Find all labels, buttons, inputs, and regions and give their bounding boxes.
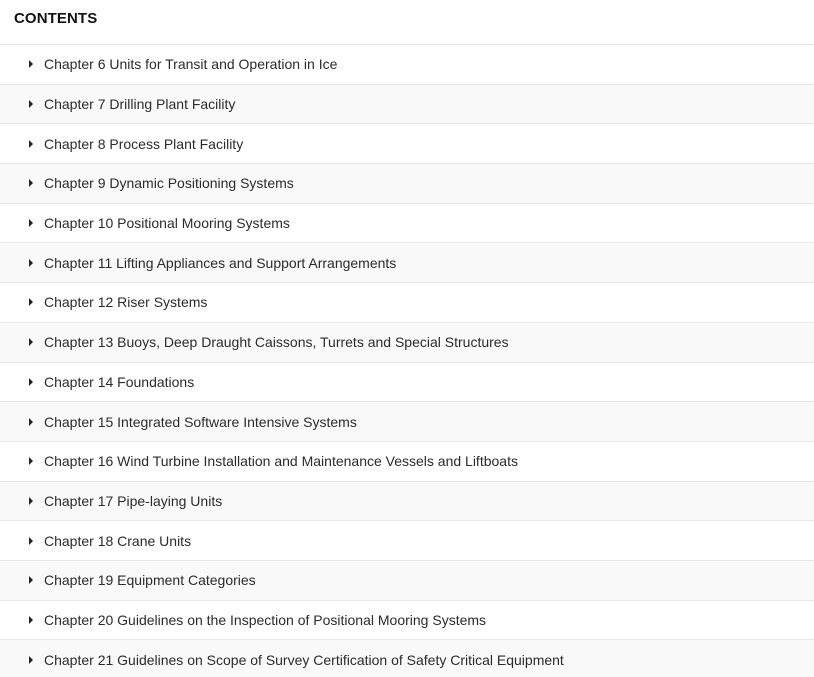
toc-item-chapter-10[interactable]: Chapter 10 Positional Mooring Systems bbox=[0, 203, 814, 244]
caret-right-icon[interactable] bbox=[29, 576, 33, 585]
page-title: CONTENTS bbox=[14, 10, 98, 27]
caret-right-icon[interactable] bbox=[29, 496, 33, 505]
toc-item-chapter-8[interactable]: Chapter 8 Process Plant Facility bbox=[0, 124, 814, 165]
toc-item-chapter-16[interactable]: Chapter 16 Wind Turbine Installation and… bbox=[0, 441, 814, 482]
caret-right-icon[interactable] bbox=[29, 298, 33, 307]
toc-item-chapter-15[interactable]: Chapter 15 Integrated Software Intensive… bbox=[0, 402, 814, 442]
toc-item-label[interactable]: Chapter 17 Pipe-laying Units bbox=[44, 493, 222, 509]
toc-item-chapter-12[interactable]: Chapter 12 Riser Systems bbox=[0, 283, 814, 323]
toc-item-label[interactable]: Chapter 13 Buoys, Deep Draught Caissons,… bbox=[44, 334, 509, 350]
caret-right-icon[interactable] bbox=[29, 100, 33, 109]
caret-right-icon[interactable] bbox=[29, 615, 33, 624]
toc-item-label[interactable]: Chapter 19 Equipment Categories bbox=[44, 572, 256, 588]
toc-item-chapter-14[interactable]: Chapter 14 Foundations bbox=[0, 362, 814, 403]
toc-item-chapter-21[interactable]: Chapter 21 Guidelines on Scope of Survey… bbox=[0, 640, 814, 677]
toc-item-label[interactable]: Chapter 11 Lifting Appliances and Suppor… bbox=[44, 255, 396, 271]
toc-item-chapter-11[interactable]: Chapter 11 Lifting Appliances and Suppor… bbox=[0, 243, 814, 284]
toc-item-chapter-19[interactable]: Chapter 19 Equipment Categories bbox=[0, 560, 814, 601]
toc-item-chapter-9[interactable]: Chapter 9 Dynamic Positioning Systems bbox=[0, 164, 814, 204]
caret-right-icon[interactable] bbox=[29, 417, 33, 426]
toc-item-chapter-18[interactable]: Chapter 18 Crane Units bbox=[0, 521, 814, 561]
caret-right-icon[interactable] bbox=[29, 179, 33, 188]
toc-item-chapter-20[interactable]: Chapter 20 Guidelines on the Inspection … bbox=[0, 600, 814, 641]
toc-item-label[interactable]: Chapter 12 Riser Systems bbox=[44, 294, 207, 310]
toc-item-label[interactable]: Chapter 8 Process Plant Facility bbox=[44, 136, 243, 152]
toc-item-label[interactable]: Chapter 20 Guidelines on the Inspection … bbox=[44, 612, 486, 628]
toc-item-label[interactable]: Chapter 15 Integrated Software Intensive… bbox=[44, 414, 357, 430]
contents-header: CONTENTS bbox=[0, 0, 814, 45]
toc-item-chapter-17[interactable]: Chapter 17 Pipe-laying Units bbox=[0, 481, 814, 522]
toc-item-chapter-7[interactable]: Chapter 7 Drilling Plant Facility bbox=[0, 84, 814, 125]
caret-right-icon[interactable] bbox=[29, 258, 33, 267]
caret-right-icon[interactable] bbox=[29, 656, 33, 665]
toc-list: Chapter 6 Units for Transit and Operatio… bbox=[0, 45, 814, 677]
caret-right-icon[interactable] bbox=[29, 457, 33, 466]
toc-item-label[interactable]: Chapter 6 Units for Transit and Operatio… bbox=[44, 56, 337, 72]
toc-item-chapter-13[interactable]: Chapter 13 Buoys, Deep Draught Caissons,… bbox=[0, 322, 814, 363]
toc-item-label[interactable]: Chapter 16 Wind Turbine Installation and… bbox=[44, 453, 518, 469]
caret-right-icon[interactable] bbox=[29, 536, 33, 545]
toc-item-label[interactable]: Chapter 9 Dynamic Positioning Systems bbox=[44, 175, 294, 191]
caret-right-icon[interactable] bbox=[29, 377, 33, 386]
toc-item-label[interactable]: Chapter 10 Positional Mooring Systems bbox=[44, 215, 290, 231]
toc-item-chapter-6[interactable]: Chapter 6 Units for Transit and Operatio… bbox=[0, 45, 814, 85]
toc-item-label[interactable]: Chapter 21 Guidelines on Scope of Survey… bbox=[44, 652, 564, 668]
caret-right-icon[interactable] bbox=[29, 139, 33, 148]
toc-item-label[interactable]: Chapter 14 Foundations bbox=[44, 374, 194, 390]
caret-right-icon[interactable] bbox=[29, 338, 33, 347]
toc-item-label[interactable]: Chapter 7 Drilling Plant Facility bbox=[44, 96, 235, 112]
caret-right-icon[interactable] bbox=[29, 219, 33, 228]
toc-item-label[interactable]: Chapter 18 Crane Units bbox=[44, 533, 191, 549]
caret-right-icon[interactable] bbox=[29, 60, 33, 69]
